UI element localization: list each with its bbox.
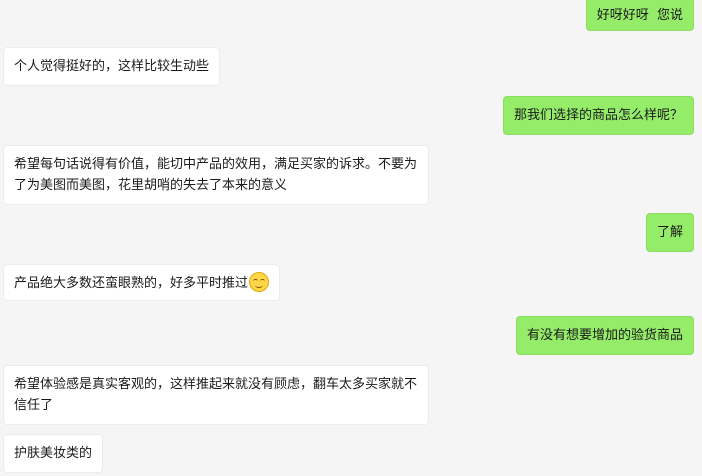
chat-message-list[interactable]: 好呀好呀 您说 个人觉得挺好的，这样比较生动些 那我们选择的商品怎么样呢？ 希望… (0, 0, 702, 476)
message-bubble-sent[interactable]: 了解 (645, 213, 694, 252)
message-text: 了解 (656, 225, 683, 240)
message-bubble-sent[interactable]: 有没有想要增加的验货商品 (515, 316, 694, 355)
message-bubble-received[interactable]: 希望体验感是真实客观的，这样推起来就没有顾虑，翻车太多买家就不信任了 (3, 365, 429, 425)
message-text: 希望体验感是真实客观的，这样推起来就没有顾虑，翻车太多买家就不信任了 (14, 377, 418, 413)
message-bubble-received[interactable]: 希望每句话说得有价值，能切中产品的效用，满足买家的诉求。不要为了为美图而美图，花… (3, 145, 429, 205)
message-bubble-sent[interactable]: 好呀好呀 您说 (585, 0, 694, 31)
message-bubble-sent[interactable]: 那我们选择的商品怎么样呢？ (502, 96, 694, 135)
message-text: 产品绝大多数还蛮眼熟的，好多平时推过 (14, 276, 249, 291)
message-text: 那我们选择的商品怎么样呢？ (513, 108, 683, 123)
message-text: 好呀好呀 您说 (596, 8, 683, 23)
message-text: 个人觉得挺好的，这样比较生动些 (14, 59, 210, 74)
message-bubble-received[interactable]: 护肤美妆类的 (3, 434, 104, 473)
message-bubble-received[interactable]: 产品绝大多数还蛮眼熟的，好多平时推过 (3, 264, 281, 301)
message-bubble-received[interactable]: 个人觉得挺好的，这样比较生动些 (3, 47, 221, 86)
message-text: 护肤美妆类的 (14, 446, 93, 461)
message-text: 希望每句话说得有价值，能切中产品的效用，满足买家的诉求。不要为了为美图而美图，花… (14, 157, 418, 193)
message-text: 有没有想要增加的验货商品 (526, 328, 683, 343)
smiling-face-icon (249, 272, 270, 292)
